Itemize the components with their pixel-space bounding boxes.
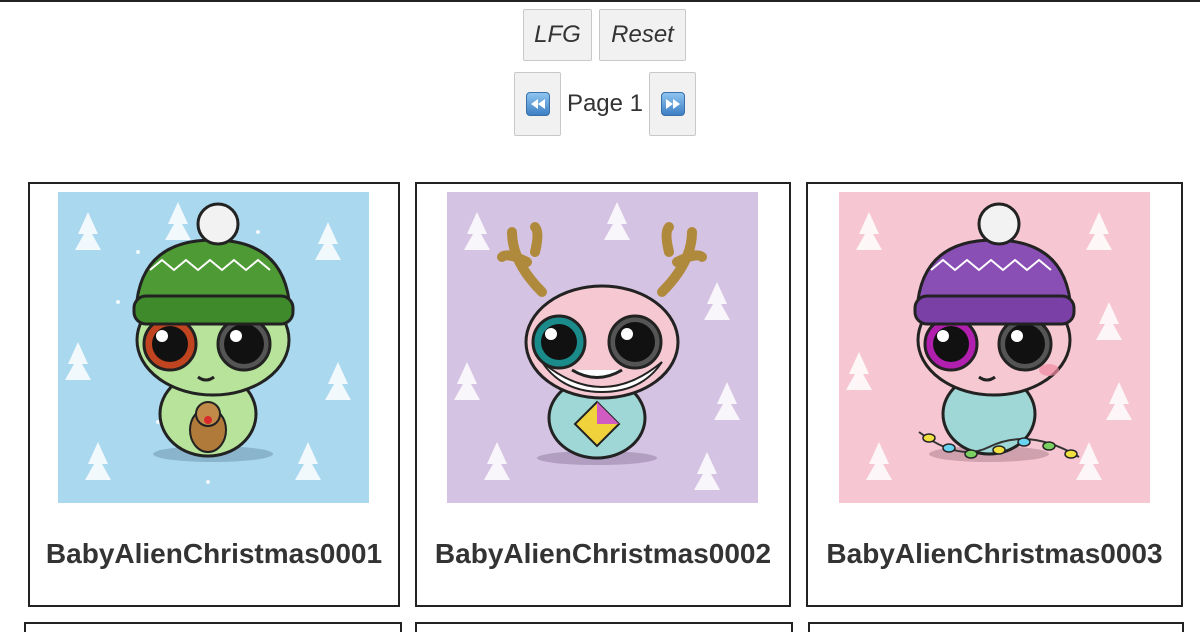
- lfg-button[interactable]: LFG: [523, 9, 592, 61]
- previous-page-button[interactable]: [514, 72, 561, 136]
- nft-card[interactable]: BabyAlienChristmas0003: [806, 182, 1183, 607]
- nft-card[interactable]: [808, 622, 1184, 632]
- nft-card[interactable]: BabyAlienChristmas0001: [28, 182, 400, 607]
- reset-button[interactable]: Reset: [599, 9, 686, 61]
- nft-title: BabyAlienChristmas0003: [826, 538, 1163, 569]
- nft-image[interactable]: [58, 192, 369, 503]
- fast-forward-icon: [660, 92, 685, 116]
- nft-card[interactable]: [415, 622, 793, 632]
- top-border: [0, 0, 1200, 2]
- nft-title: BabyAlienChristmas0002: [434, 538, 772, 569]
- nft-image[interactable]: [447, 192, 758, 503]
- nft-card[interactable]: BabyAlienChristmas0002: [415, 182, 791, 607]
- nft-image[interactable]: [839, 192, 1150, 503]
- nft-card[interactable]: [24, 622, 402, 632]
- page-indicator: Page 1: [566, 90, 644, 117]
- next-page-button[interactable]: [649, 72, 696, 136]
- rewind-icon: [525, 92, 550, 116]
- nft-title: BabyAlienChristmas0001: [45, 538, 383, 569]
